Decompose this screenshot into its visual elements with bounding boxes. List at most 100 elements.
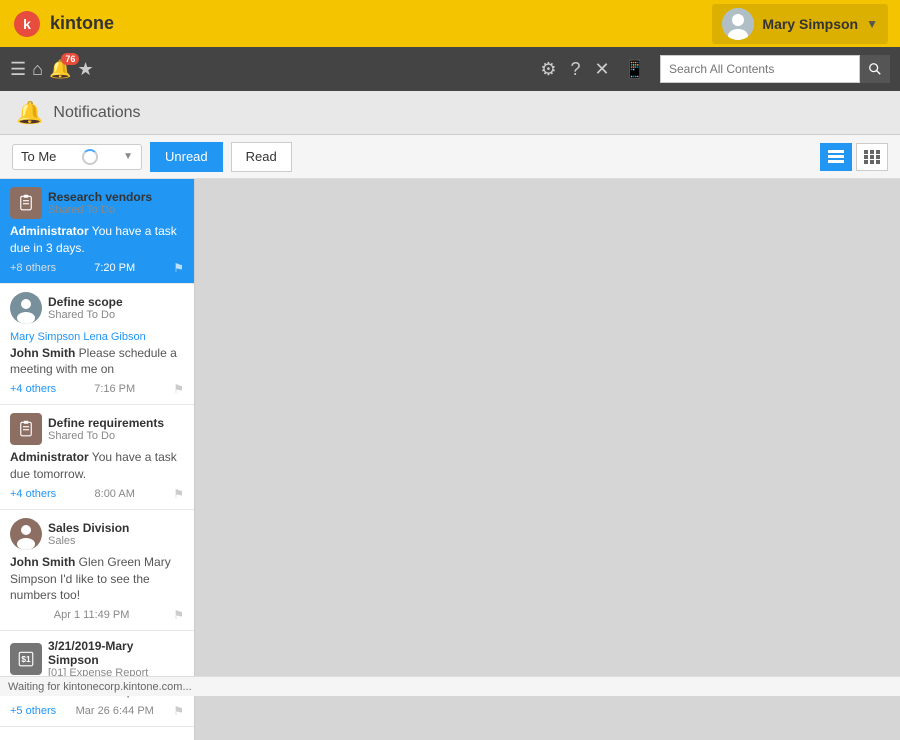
logo-text: kintone	[50, 13, 114, 34]
nav-bar: ☰ ⌂ 🔔 76 ★ ⚙ ? ✕ 📱	[0, 47, 900, 91]
notif-bottom: +4 others 7:16 PM ⚑	[10, 382, 184, 396]
device-icon[interactable]: 📱	[624, 59, 646, 80]
list-view-icon	[828, 150, 844, 164]
user-avatar	[10, 292, 42, 324]
app-name: Define scope	[48, 295, 123, 309]
dropdown-chevron-icon: ▼	[123, 151, 133, 162]
app-sub: Sales	[48, 535, 129, 547]
avatar-icon	[10, 292, 42, 324]
notif-bottom: +8 others 7:20 PM ⚑	[10, 261, 184, 275]
notifications-title: Notifications	[53, 104, 140, 122]
app-name: Research vendors	[48, 190, 152, 204]
home-icon[interactable]: ⌂	[32, 59, 43, 80]
chevron-down-icon: ▼	[866, 17, 878, 31]
avatar2-icon	[10, 518, 42, 550]
list-view-button[interactable]	[820, 143, 852, 171]
notif-others: +5 others	[10, 705, 56, 717]
notif-others: +4 others	[10, 383, 56, 395]
flag-icon[interactable]: ⚑	[173, 382, 184, 396]
grid-view-button[interactable]	[856, 143, 888, 171]
app-sub: Shared To Do	[48, 309, 123, 321]
search-button[interactable]	[860, 55, 890, 83]
notification-item[interactable]: Sales Division Sales John Smith Glen Gre…	[0, 510, 194, 631]
notif-names: Mary Simpson Lena Gibson	[10, 331, 146, 343]
hamburger-icon[interactable]: ☰	[10, 59, 26, 80]
svg-text:k: k	[23, 16, 31, 32]
notif-sender: Administrator	[10, 224, 89, 238]
notif-message: John Smith Please schedule a meeting wit…	[10, 345, 184, 379]
notif-time: 7:16 PM	[94, 383, 135, 395]
notification-item[interactable]: Define requirements Shared To Do Adminis…	[0, 405, 194, 510]
notif-bottom: Apr 1 11:49 PM ⚑	[10, 608, 184, 622]
status-bar: Waiting for kintonecorp.kintone.com...	[0, 676, 900, 696]
search-input[interactable]	[660, 55, 860, 83]
notif-names-row: Mary Simpson Lena Gibson	[10, 328, 184, 343]
settings-icon[interactable]: ⚙	[540, 59, 556, 80]
unread-tab[interactable]: Unread	[150, 142, 223, 172]
notif-time: 8:00 AM	[95, 488, 135, 500]
app-icon: $1	[10, 643, 42, 675]
notif-time: Mar 26 6:44 PM	[76, 705, 154, 717]
filter-bar: To Me ▼ Unread Read	[0, 135, 900, 179]
flag-icon[interactable]: ⚑	[173, 608, 184, 622]
notif-time: Apr 1 11:49 PM	[54, 609, 130, 621]
user-avatar-img	[722, 8, 754, 40]
app-sub: Shared To Do	[48, 430, 164, 442]
main-content: Research vendors Shared To Do Administra…	[0, 179, 900, 740]
to-me-dropdown[interactable]: To Me ▼	[12, 144, 142, 170]
notif-bottom: +5 others Mar 26 6:44 PM ⚑	[10, 704, 184, 718]
clipboard-icon	[17, 194, 35, 212]
nav-left: ☰ ⌂ 🔔 76 ★	[10, 59, 94, 80]
dollar-icon: $1	[17, 650, 35, 668]
notif-sender: John Smith	[10, 555, 75, 569]
status-text: Waiting for kintonecorp.kintone.com...	[8, 681, 192, 693]
flag-icon[interactable]: ⚑	[173, 261, 184, 275]
notification-list: Research vendors Shared To Do Administra…	[0, 179, 195, 740]
to-me-label: To Me	[21, 149, 56, 164]
user-avatar	[10, 518, 42, 550]
logo-icon: k	[12, 9, 42, 39]
flag-icon[interactable]: ⚑	[173, 487, 184, 501]
app-info: Define scope Shared To Do	[48, 295, 123, 321]
notif-others: +4 others	[10, 488, 56, 500]
notif-message: Administrator You have a task due tomorr…	[10, 449, 184, 483]
app-name: Sales Division	[48, 521, 129, 535]
nav-right: ⚙ ? ✕ 📱	[540, 55, 890, 83]
star-icon[interactable]: ★	[77, 59, 93, 80]
logo-area: k kintone	[12, 9, 114, 39]
app-info: Research vendors Shared To Do	[48, 190, 152, 216]
detail-panel	[195, 179, 900, 740]
search-bar	[660, 55, 890, 83]
user-area[interactable]: Mary Simpson ▼	[712, 4, 888, 44]
user-name: Mary Simpson	[762, 16, 858, 32]
help-icon[interactable]: ?	[570, 59, 580, 80]
notif-others: +8 others	[10, 262, 56, 274]
app-info: 3/21/2019-Mary Simpson [01] Expense Repo…	[48, 639, 184, 679]
read-tab[interactable]: Read	[231, 142, 292, 172]
search-icon	[868, 62, 882, 76]
app-icon	[10, 413, 42, 445]
bell-icon-container[interactable]: 🔔 76	[49, 59, 71, 80]
notification-item[interactable]: Research vendors Shared To Do Administra…	[0, 179, 194, 284]
notif-sender: John Smith	[10, 346, 75, 360]
app-info: Sales Division Sales	[48, 521, 129, 547]
clipboard2-icon	[17, 420, 35, 438]
svg-text:$1: $1	[21, 655, 31, 664]
app-name: Define requirements	[48, 416, 164, 430]
app-sub: Shared To Do	[48, 204, 152, 216]
avatar	[722, 8, 754, 40]
notif-message: Administrator You have a task due in 3 d…	[10, 223, 184, 257]
loading-spinner	[82, 149, 98, 165]
top-bar: k kintone Mary Simpson ▼	[0, 0, 900, 47]
bell-yellow-icon: 🔔	[16, 100, 43, 126]
tools-icon[interactable]: ✕	[594, 59, 609, 80]
notification-item[interactable]: Define scope Shared To Do Mary Simpson L…	[0, 284, 194, 406]
notif-sender: Administrator	[10, 450, 89, 464]
app-icon	[10, 187, 42, 219]
notif-bottom: +4 others 8:00 AM ⚑	[10, 487, 184, 501]
notif-message: John Smith Glen Green Mary Simpson I'd l…	[10, 554, 184, 604]
flag-icon[interactable]: ⚑	[173, 704, 184, 718]
app-name: 3/21/2019-Mary Simpson	[48, 639, 184, 667]
app-info: Define requirements Shared To Do	[48, 416, 164, 442]
view-toggle	[820, 143, 888, 171]
